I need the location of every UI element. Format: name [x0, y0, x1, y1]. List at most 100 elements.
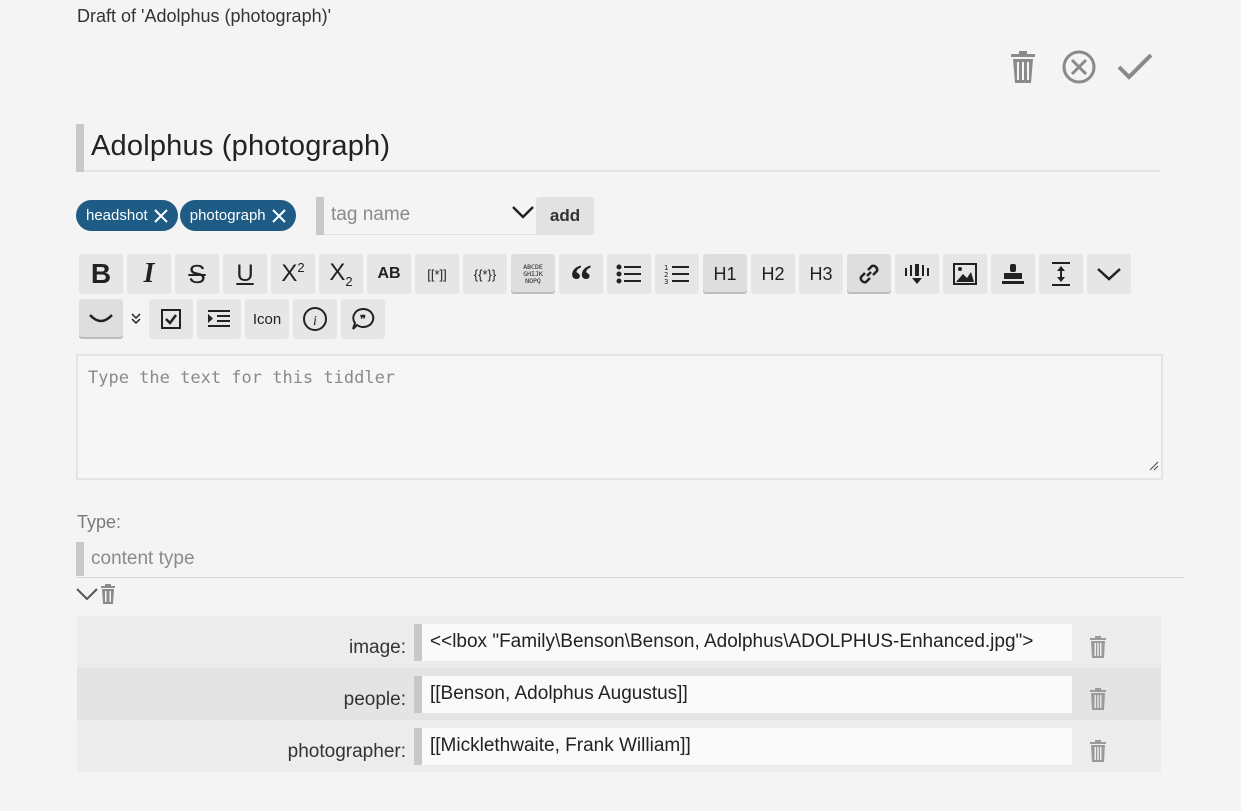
info-icon: i [303, 307, 327, 331]
close-icon[interactable] [271, 208, 286, 223]
type-input-bar [76, 542, 84, 576]
tag-pill[interactable]: photograph [179, 200, 296, 231]
quote-button[interactable]: “ [559, 254, 603, 303]
content-type-input[interactable]: content type [76, 542, 1184, 578]
heading-2-icon: H2 [761, 263, 785, 284]
field-value: [[Benson, Adolphus Augustus]] [430, 683, 688, 704]
add-tag-button[interactable]: add [536, 197, 594, 235]
close-icon[interactable] [154, 208, 168, 223]
chevron-down-icon[interactable] [512, 205, 534, 224]
text-editor[interactable]: Type the text for this tiddler [76, 354, 1163, 480]
tag-name-input[interactable]: tag name [316, 197, 538, 235]
bullet-list-button[interactable] [607, 254, 651, 294]
trash-icon[interactable] [1089, 636, 1107, 663]
superscript-icon: X2 [281, 260, 305, 287]
trash-icon[interactable] [1089, 740, 1107, 767]
emoji-dropdown-button[interactable] [127, 299, 145, 339]
quote-icon: “ [570, 256, 592, 305]
speech-bubble-icon: ❞ [352, 307, 375, 330]
icon-button[interactable]: Icon [245, 299, 289, 339]
heading-3-button[interactable]: H3 [799, 254, 843, 294]
subscript-icon: X2 [329, 259, 353, 289]
underline-button[interactable]: U [223, 254, 267, 294]
comment-button[interactable]: ❞ [341, 299, 385, 339]
strikethrough-button[interactable]: S [175, 254, 219, 294]
tag-pill[interactable]: headshot [76, 200, 178, 231]
heading-1-button[interactable]: H1 [703, 254, 747, 294]
strikethrough-icon: S [188, 258, 206, 289]
info-button[interactable]: i [293, 299, 337, 339]
tag-label: photograph [189, 207, 266, 224]
title-field[interactable]: Adolphus (photograph) [76, 124, 1160, 172]
field-value-bar [414, 676, 422, 713]
indent-button[interactable] [197, 299, 241, 339]
field-value: [[Micklethwaite, Frank William]] [430, 735, 691, 756]
indent-icon [208, 310, 230, 327]
size-button[interactable] [1039, 254, 1083, 294]
smile-icon [89, 314, 113, 323]
heading-2-button[interactable]: H2 [751, 254, 795, 294]
double-chevron-down-icon [131, 313, 141, 325]
checkbox-button[interactable] [149, 299, 193, 339]
trash-icon[interactable] [1089, 688, 1107, 715]
resize-handle-icon[interactable] [1149, 458, 1159, 476]
field-label: photographer: [287, 741, 406, 762]
icon-text-icon: Icon [252, 310, 282, 328]
italic-button[interactable]: I [127, 254, 171, 294]
editor-placeholder: Type the text for this tiddler [88, 368, 396, 388]
field-row-image: image: <<lbox "Family\Benson\Benson, Ado… [77, 616, 1161, 668]
checkbox-icon [161, 309, 181, 329]
numbered-list-icon: 1 2 3 [664, 264, 689, 285]
emoji-button[interactable] [79, 299, 123, 339]
tag-input-bar [316, 197, 324, 235]
draft-title: Draft of 'Adolphus (photograph)' [77, 6, 332, 26]
toolbar-row-2: Icon i ❞ [79, 299, 1149, 339]
editor-toolbar: B I S U X2 X2 AB [[*]] {{*}} ABCDE GHIJK… [79, 254, 1149, 344]
bold-icon: B [90, 258, 112, 289]
transclude-wikitext-icon: {{*}} [473, 266, 497, 282]
svg-text:i: i [313, 314, 317, 329]
fields-table: image: <<lbox "Family\Benson\Benson, Ado… [77, 616, 1161, 772]
stamp-icon [1002, 264, 1024, 284]
linkify-button[interactable] [895, 254, 939, 294]
toolbar-row-1: B I S U X2 X2 AB [[*]] {{*}} ABCDE GHIJK… [79, 254, 1149, 303]
numbered-list-button[interactable]: 1 2 3 [655, 254, 699, 294]
done-icon[interactable] [1116, 48, 1154, 86]
superscript-button[interactable]: X2 [271, 254, 315, 294]
delete-icon[interactable] [1004, 48, 1042, 86]
svg-text:3: 3 [664, 278, 668, 285]
chevron-down-icon [1097, 268, 1121, 281]
content-type-placeholder: content type [91, 548, 195, 569]
field-value-input[interactable]: [[Micklethwaite, Frank William]] [414, 728, 1072, 765]
transclude-wikitext-button[interactable]: {{*}} [463, 254, 507, 294]
link-button[interactable] [847, 254, 891, 294]
type-tools [76, 584, 116, 609]
cancel-icon[interactable] [1060, 48, 1098, 86]
svg-text:NOPQ: NOPQ [525, 277, 541, 285]
field-row-photographer: photographer: [[Micklethwaite, Frank Wil… [77, 720, 1161, 772]
heading-3-icon: H3 [809, 263, 833, 284]
transclude-button[interactable]: [[*]] [415, 254, 459, 294]
field-value-input[interactable]: <<lbox "Family\Benson\Benson, Adolphus\A… [414, 624, 1072, 661]
monospace-button[interactable]: ABCDE GHIJK NOPQ [511, 254, 555, 294]
smallcaps-button[interactable]: AB [367, 254, 411, 294]
picture-button[interactable] [943, 254, 987, 294]
title-input[interactable]: Adolphus (photograph) [91, 130, 390, 163]
more-button[interactable] [1087, 254, 1131, 294]
transclude-icon: [[*]] [427, 266, 447, 282]
linkify-icon [905, 264, 929, 284]
chevron-down-icon[interactable] [76, 587, 98, 606]
field-value-bar [414, 624, 422, 661]
subscript-button[interactable]: X2 [319, 254, 363, 294]
trash-icon[interactable] [100, 584, 116, 609]
stamp-button[interactable] [991, 254, 1035, 294]
underline-icon: U [236, 260, 254, 287]
field-value-bar [414, 728, 422, 765]
bold-button[interactable]: B [79, 254, 123, 294]
edit-controls [1004, 48, 1154, 86]
field-value-input[interactable]: [[Benson, Adolphus Augustus]] [414, 676, 1072, 713]
field-value: <<lbox "Family\Benson\Benson, Adolphus\A… [430, 631, 1034, 652]
italic-icon: I [143, 258, 155, 289]
tag-name-placeholder: tag name [331, 204, 411, 225]
type-label: Type: [77, 512, 122, 532]
